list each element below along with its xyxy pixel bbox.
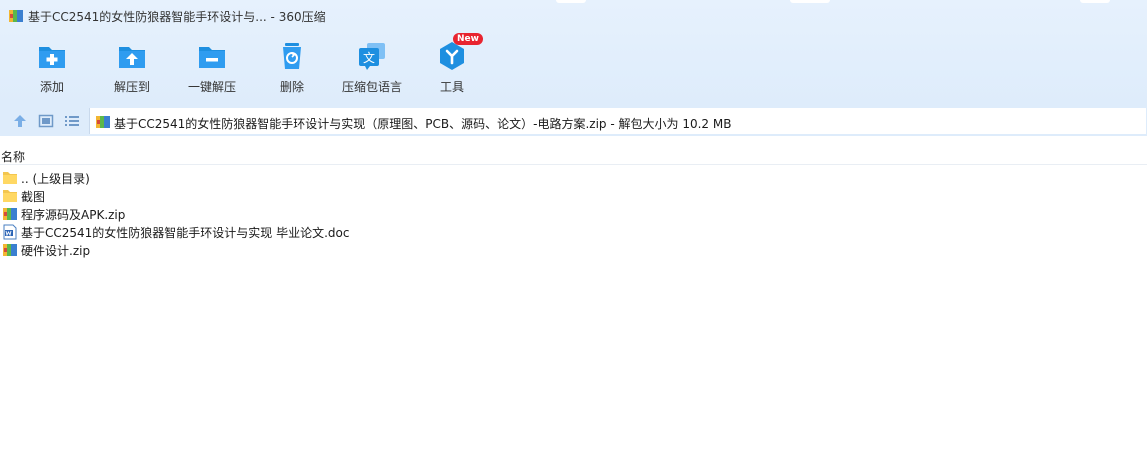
tools-button[interactable]: New 工具	[412, 33, 492, 100]
add-label: 添加	[39, 80, 64, 94]
file-name: 程序源码及APK.zip	[21, 208, 126, 222]
zip-archive-icon	[3, 208, 17, 220]
title-bar: 基于CC2541的女性防狼器智能手环设计与... - 360压缩	[0, 0, 1147, 32]
file-name: .. (上级目录)	[21, 172, 90, 186]
extract-to-label: 解压到	[113, 80, 150, 94]
window-title: 基于CC2541的女性防狼器智能手环设计与... - 360压缩	[28, 10, 326, 24]
archive-language-icon: 文	[359, 43, 385, 70]
list-item-doc[interactable]: 基于CC2541的女性防狼器智能手环设计与实现 毕业论文.doc	[0, 223, 1147, 241]
delete-icon	[283, 43, 301, 69]
archive-language-label: 压缩包语言	[341, 80, 402, 94]
zip-archive-icon	[96, 116, 110, 128]
list-item-parent-directory[interactable]: .. (上级目录)	[0, 169, 1147, 187]
extract-to-icon	[119, 47, 145, 68]
column-header: 名称	[0, 146, 1147, 165]
add-button[interactable]: 添加	[12, 36, 92, 100]
folder-icon	[3, 172, 17, 184]
list-item-zip[interactable]: 程序源码及APK.zip	[0, 205, 1147, 223]
toolbar: 添加 解压到 一键解压 删除 文 压缩包语言 New 工具	[0, 33, 1147, 100]
address-path: 基于CC2541的女性防狼器智能手环设计与实现（原理图、PCB、源码、论文）-电…	[114, 117, 732, 131]
file-name: 硬件设计.zip	[21, 244, 91, 258]
name-column-header[interactable]: 名称	[1, 148, 25, 165]
title-decoration	[556, 0, 586, 3]
svg-text:文: 文	[363, 50, 375, 65]
app-archive-icon	[9, 10, 23, 22]
list-view-icon[interactable]	[64, 114, 80, 128]
list-item-folder[interactable]: 截图	[0, 187, 1147, 205]
title-decoration	[1080, 0, 1110, 3]
one-click-extract-icon	[199, 47, 225, 68]
one-click-extract-button[interactable]: 一键解压	[172, 36, 252, 100]
file-name: 基于CC2541的女性防狼器智能手环设计与实现 毕业论文.doc	[21, 226, 350, 240]
thumbnail-view-icon[interactable]	[38, 114, 54, 128]
delete-label: 删除	[279, 80, 304, 94]
new-badge: New	[453, 33, 483, 45]
add-icon	[39, 47, 65, 68]
file-list: .. (上级目录) 截图 程序源码及APK.zip 基于CC2541的女性防狼器…	[0, 169, 1147, 259]
window-header: 基于CC2541的女性防狼器智能手环设计与... - 360压缩 添加 解压到	[0, 0, 1147, 106]
delete-button[interactable]: 删除	[252, 36, 332, 100]
word-document-icon	[3, 224, 17, 240]
file-name: 截图	[21, 190, 46, 204]
archive-language-button[interactable]: 文 压缩包语言	[332, 36, 412, 100]
address-bar[interactable]: 基于CC2541的女性防狼器智能手环设计与实现（原理图、PCB、源码、论文）-电…	[89, 108, 1146, 134]
folder-icon	[3, 190, 17, 202]
up-level-icon[interactable]	[12, 114, 28, 128]
list-item-zip[interactable]: 硬件设计.zip	[0, 241, 1147, 259]
zip-archive-icon	[3, 244, 17, 256]
extract-to-button[interactable]: 解压到	[92, 36, 172, 100]
title-decoration	[790, 0, 830, 3]
address-row: 基于CC2541的女性防狼器智能手环设计与实现（原理图、PCB、源码、论文）-电…	[0, 106, 1147, 136]
one-click-extract-label: 一键解压	[187, 80, 236, 94]
tools-label: 工具	[439, 80, 464, 94]
